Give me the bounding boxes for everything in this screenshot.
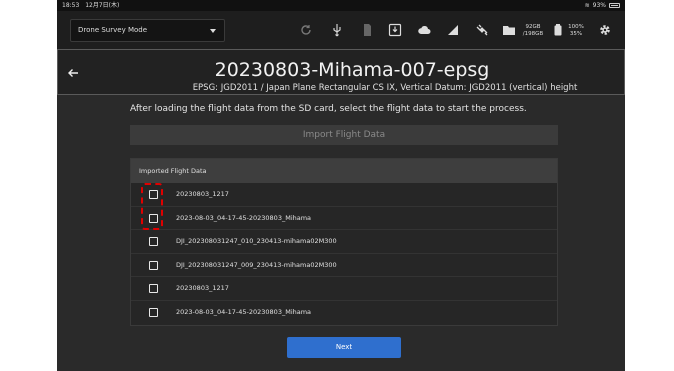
list-item[interactable]: 2023-08-03_04-17-45-20230803_Mihama	[131, 207, 557, 230]
battery-top-value: 100%	[568, 24, 584, 30]
usb-icon[interactable]	[330, 23, 344, 37]
list-item[interactable]: 2023-08-03_04-17-45-20230803_Mihama	[131, 301, 557, 325]
page-title: 20230803-Mihama-007-epsg	[214, 59, 490, 81]
list-item-label: DJI_202308031247_009_230413-mihama02M300	[176, 260, 337, 269]
next-button[interactable]: Next	[287, 337, 401, 358]
instruction-text: After loading the flight data from the S…	[130, 104, 527, 114]
status-date: 12月7日(木)	[85, 2, 120, 9]
storage-indicator: 92GB /198GB	[519, 24, 547, 38]
page-header: 20230803-Mihama-007-epsg EPSG: JGD2011 /…	[57, 49, 625, 95]
storage-total: /198GB	[522, 31, 544, 37]
battery-bottom-value: 35%	[569, 31, 583, 37]
cloud-icon[interactable]	[417, 23, 431, 37]
mode-select[interactable]: Drone Survey Mode	[70, 19, 225, 42]
flight-data-checkbox[interactable]	[149, 260, 158, 270]
list-item[interactable]: DJI_202308031247_010_230413-mihama02M300	[131, 230, 557, 254]
list-item[interactable]: DJI_202308031247_009_230413-mihama02M300	[131, 254, 557, 277]
chevron-down-icon	[210, 29, 216, 33]
folder-icon[interactable]	[502, 23, 516, 37]
flight-data-checkbox[interactable]	[149, 284, 158, 293]
checkbox-highlight-annotation	[141, 183, 163, 230]
flight-data-checkbox[interactable]	[149, 237, 158, 246]
download-icon[interactable]	[388, 23, 402, 37]
import-flight-data-button[interactable]: Import Flight Data	[130, 125, 558, 145]
flight-data-checkbox[interactable]	[149, 307, 158, 317]
status-time: 18:53	[62, 2, 80, 9]
list-item-label: 2023-08-03_04-17-45-20230803_Mihama	[176, 213, 312, 222]
list-item[interactable]: 20230803_1217	[131, 183, 557, 207]
gear-icon[interactable]	[598, 23, 612, 37]
list-item[interactable]: 20230803_1217	[131, 277, 557, 301]
remote-battery-icon	[554, 24, 562, 36]
storage-used: 92GB	[525, 24, 541, 30]
signal-icon	[448, 25, 458, 35]
battery-indicator: 100% 35%	[565, 24, 587, 38]
list-item-label: DJI_202308031247_010_230413-mihama02M300	[176, 237, 337, 246]
status-bar: 18:53 12月7日(木) ≋ 93%	[57, 0, 625, 11]
list-item-label: 20230803_1217	[176, 284, 229, 293]
app-screen: 18:53 12月7日(木) ≋ 93% Drone Survey Mode 9…	[57, 0, 625, 371]
satellite-icon[interactable]	[475, 23, 489, 37]
app-toolbar: Drone Survey Mode 92GB /198GB 100% 35%	[57, 11, 625, 49]
wifi-icon: ≋	[584, 2, 590, 9]
list-item-label: 2023-08-03_04-17-45-20230803_Mihama	[176, 308, 312, 317]
sync-icon[interactable]	[299, 23, 313, 37]
mode-select-value: Drone Survey Mode	[78, 26, 148, 34]
battery-icon	[609, 3, 620, 8]
list-header: Imported Flight Data	[131, 159, 557, 183]
status-battery: 93%	[592, 2, 606, 9]
flight-data-list: Imported Flight Data 20230803_1217 2023-…	[130, 158, 558, 326]
sd-card-icon[interactable]	[360, 23, 374, 37]
list-item-label: 20230803_1217	[176, 190, 229, 199]
page-subtitle: EPSG: JGD2011 / Japan Plane Rectangular …	[192, 83, 578, 93]
